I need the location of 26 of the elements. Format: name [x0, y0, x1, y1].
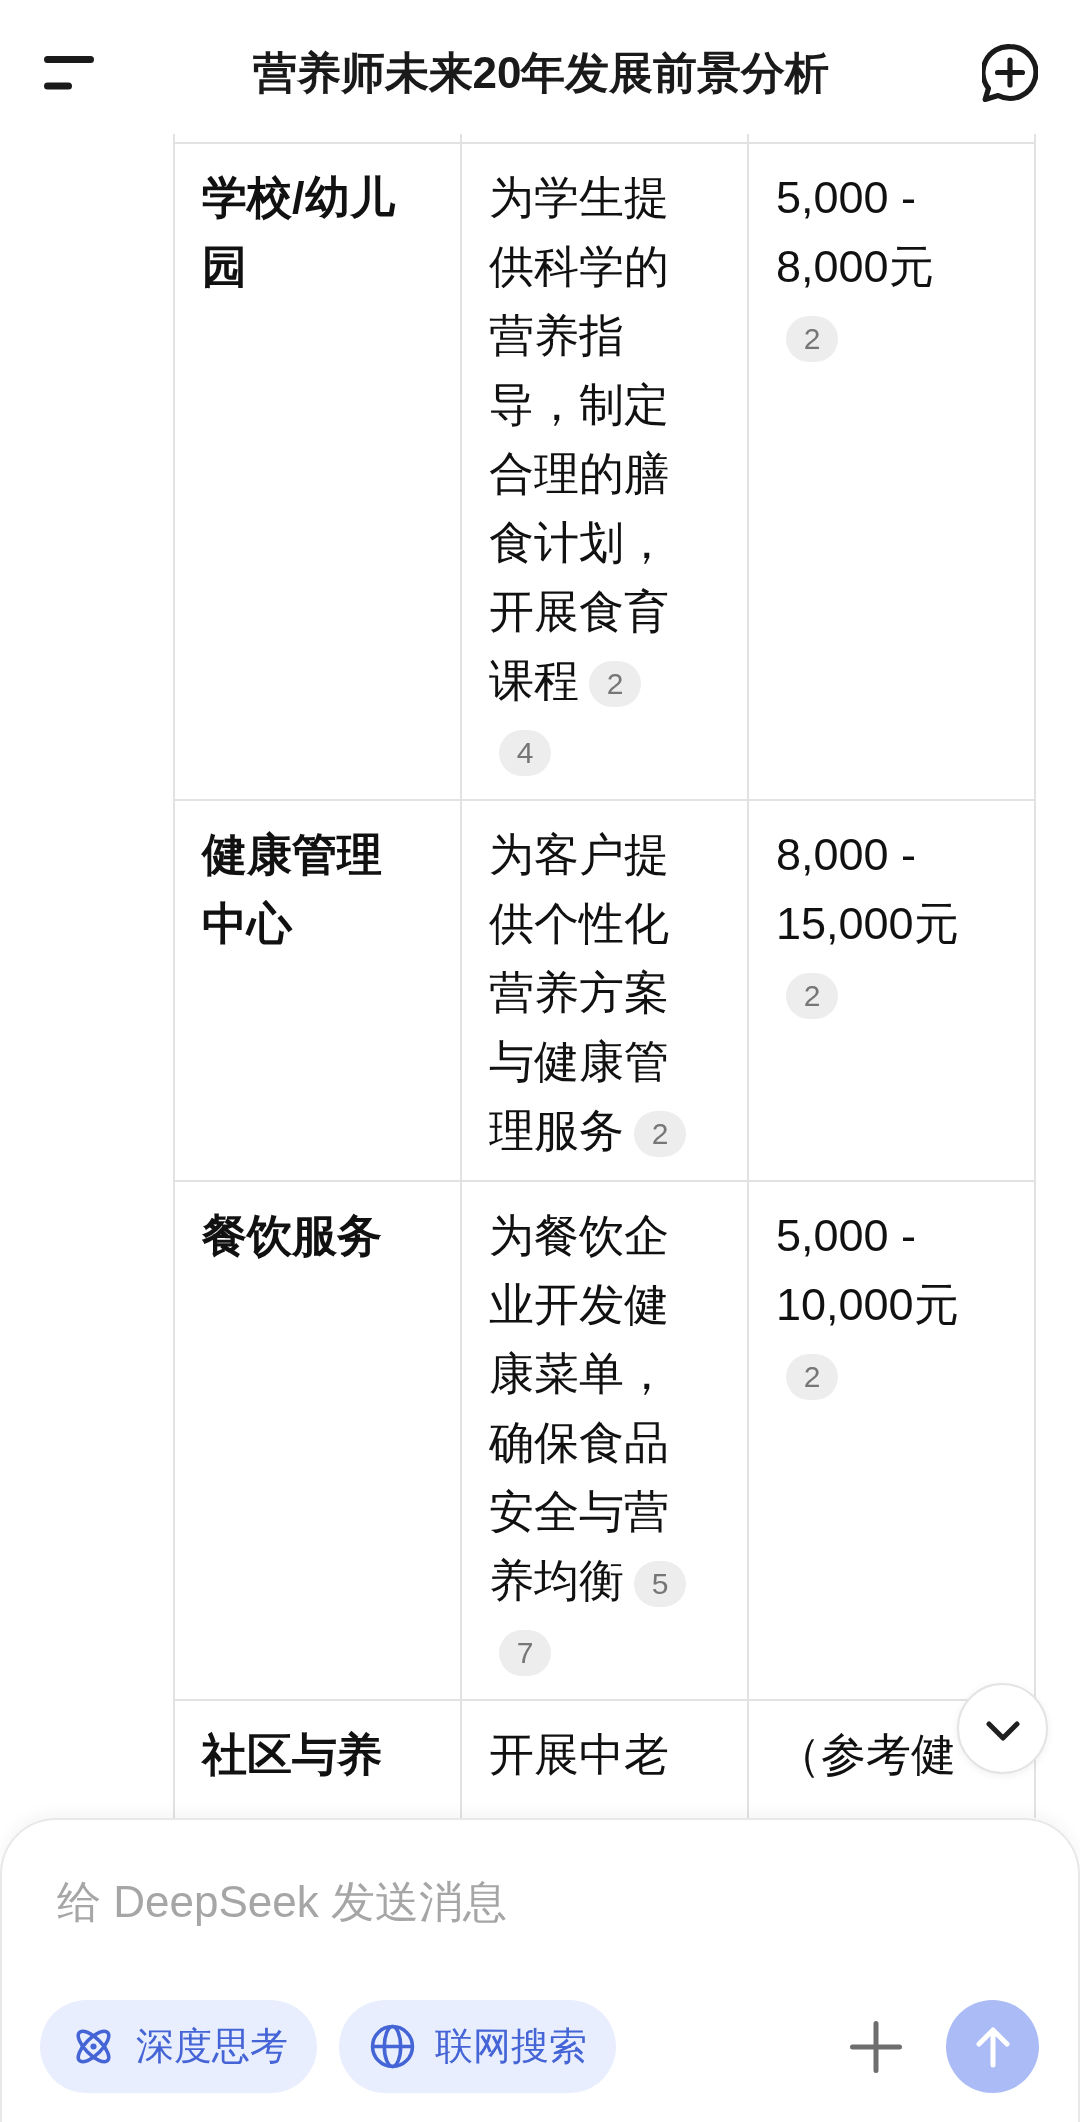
citation-badge[interactable]: 7 [499, 1630, 551, 1677]
web-search-button[interactable]: 联网搜索 [339, 2000, 616, 2093]
table-cell: 健康管理中心 [175, 801, 462, 1182]
table-cell: 为学生提供科学的营养指导，制定合理的膳食计划，开展食育课程 2 4 [462, 144, 749, 801]
new-chat-icon[interactable] [982, 44, 1038, 102]
table-cell: 为餐饮企业开发健康菜单，确保食品安全与营养均衡 5 7 [462, 1182, 749, 1701]
message-input[interactable]: 给 DeepSeek 发送消息 [57, 1862, 1039, 1942]
globe-icon [370, 2024, 415, 2069]
table-cell: 餐饮服务 [175, 1182, 462, 1701]
citation-badge[interactable]: 2 [786, 316, 838, 363]
citation-badge[interactable]: 2 [589, 661, 641, 708]
chevron-down-icon [985, 1720, 1020, 1741]
menu-icon[interactable] [44, 56, 94, 90]
table-cell: 学校/幼儿园 [175, 144, 462, 801]
arrow-up-icon [975, 2025, 1010, 2068]
citation-badge[interactable]: 2 [786, 1354, 838, 1401]
chat-title: 营养师未来20年发展前景分析 [252, 46, 830, 99]
plus-icon[interactable] [850, 2020, 902, 2073]
table-cell: 8,000 - 15,000元 2 [749, 801, 1036, 1182]
citation-badge[interactable]: 2 [634, 1111, 686, 1158]
deep-think-button[interactable]: 深度思考 [40, 2000, 317, 2093]
citation-badge[interactable]: 2 [786, 973, 838, 1020]
citation-badge[interactable]: 4 [499, 730, 551, 777]
table-cell: 5,000 - 8,000元 2 [749, 144, 1036, 801]
table-cell: 为客户提供个性化营养方案与健康管理服务 2 [462, 801, 749, 1182]
citation-badge[interactable]: 5 [634, 1561, 686, 1608]
